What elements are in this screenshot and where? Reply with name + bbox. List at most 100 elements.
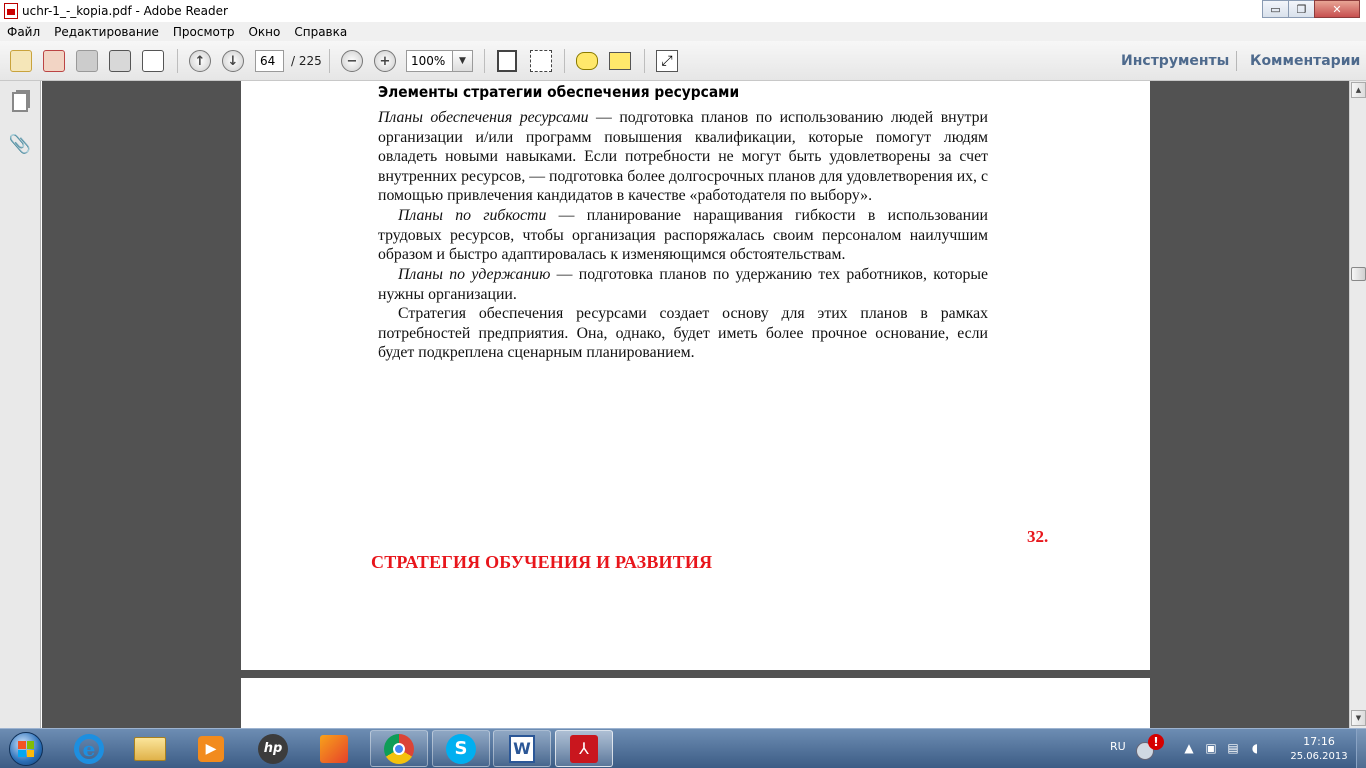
toolbar-separator xyxy=(564,49,565,73)
page-total: / 225 xyxy=(291,54,322,68)
acrobat-button[interactable] xyxy=(43,49,65,73)
save-button[interactable] xyxy=(76,49,98,73)
menu-view[interactable]: Просмотр xyxy=(166,25,242,39)
chrome-icon xyxy=(384,733,414,764)
toolbar: ↑ ↓ 64 / 225 − + 100% ▼ ⤢ Инструменты Ко… xyxy=(0,41,1366,81)
fit-page-button[interactable] xyxy=(497,49,517,73)
fit-width-button[interactable] xyxy=(530,49,552,73)
tools-pane-button[interactable]: Инструменты xyxy=(1121,53,1229,69)
language-indicator[interactable]: RU xyxy=(1110,740,1126,753)
zoom-in-button[interactable]: + xyxy=(374,49,396,73)
show-hidden-icons-button[interactable]: ▲ xyxy=(1182,741,1196,755)
folder-icon xyxy=(134,736,166,761)
comment-bubble-icon xyxy=(576,52,598,70)
taskbar-media-player[interactable]: ▶ xyxy=(182,730,240,767)
toolbar-separator xyxy=(644,49,645,73)
document-view[interactable]: Элементы стратегии обеспечения ресурсами… xyxy=(42,81,1349,728)
full-screen-button[interactable]: ⤢ xyxy=(656,49,678,73)
menu-bar: Файл Редактирование Просмотр Окно Справк… xyxy=(0,22,1366,41)
page-thumbnails-button[interactable] xyxy=(10,91,30,113)
arrow-down-icon: ↓ xyxy=(222,50,244,72)
menu-file[interactable]: Файл xyxy=(0,25,47,39)
scroll-thumb[interactable] xyxy=(1351,267,1366,281)
zoom-level-input[interactable]: 100% xyxy=(406,50,453,72)
paperclip-icon: 📎 xyxy=(8,133,32,155)
highlight-button[interactable] xyxy=(609,49,631,73)
volume-icon[interactable]: ◖ xyxy=(1248,741,1262,755)
menu-window[interactable]: Окно xyxy=(241,25,287,39)
comments-pane-button[interactable]: Комментарии xyxy=(1250,53,1360,69)
create-button[interactable] xyxy=(10,49,32,73)
adobe-reader-icon: ⅄ xyxy=(570,734,598,763)
attachments-button[interactable]: 📎 xyxy=(8,133,32,155)
clock-time: 17:16 xyxy=(1303,735,1335,748)
device-icon[interactable]: ▣ xyxy=(1204,741,1218,755)
taskbar: e ▶ hp S W ⅄ RU ! ▲ ▣ ▤ ◖ 17:16 25.06.20… xyxy=(0,728,1366,768)
minus-icon: − xyxy=(341,50,363,72)
hp-icon: hp xyxy=(258,733,288,764)
start-button[interactable] xyxy=(2,731,50,767)
action-center-icon[interactable]: ! xyxy=(1136,734,1164,762)
section-number: 32. xyxy=(1027,527,1049,546)
term-retention-plans: Планы по удержанию xyxy=(398,266,551,283)
clock[interactable]: 17:16 25.06.2013 xyxy=(1284,734,1354,764)
network-icon[interactable]: ▤ xyxy=(1226,741,1240,755)
expand-icon: ⤢ xyxy=(656,50,678,72)
page-number-input[interactable]: 64 xyxy=(255,50,284,72)
restore-button[interactable]: ❐ xyxy=(1288,0,1315,18)
taskbar-skype[interactable]: S xyxy=(432,730,490,767)
clock-date: 25.06.2013 xyxy=(1290,751,1348,762)
pages-icon xyxy=(12,92,28,112)
navigation-pane: 📎 xyxy=(0,81,41,728)
minimize-button[interactable]: ▭ xyxy=(1262,0,1289,18)
add-note-button[interactable] xyxy=(576,49,598,73)
taskbar-word[interactable]: W xyxy=(493,730,551,767)
save-icon xyxy=(76,50,98,72)
term-resource-plans: Планы обеспечения ресурсами xyxy=(378,109,589,126)
scroll-down-button[interactable]: ▼ xyxy=(1351,710,1366,726)
toolbar-separator xyxy=(329,49,330,73)
arrow-up-icon: ↑ xyxy=(189,50,211,72)
vertical-scrollbar[interactable]: ▲ ▼ xyxy=(1349,81,1366,728)
taskbar-internet-explorer[interactable]: e xyxy=(60,730,118,767)
pdf-next-page xyxy=(241,678,1150,728)
window-title: uchr-1_-_kopia.pdf - Adobe Reader xyxy=(22,4,228,18)
paragraph-strategy: Стратегия обеспечения ресурсами создает … xyxy=(378,305,988,361)
zoom-out-button[interactable]: − xyxy=(341,49,363,73)
skype-icon: S xyxy=(446,733,476,764)
taskbar-file-explorer[interactable] xyxy=(121,730,179,767)
pdf-page: Элементы стратегии обеспечения ресурсами… xyxy=(241,81,1150,670)
show-desktop-button[interactable] xyxy=(1356,729,1366,768)
alert-icon: ! xyxy=(1148,734,1164,750)
windows-logo-icon xyxy=(9,732,43,766)
media-player-icon: ▶ xyxy=(198,735,224,762)
taskbar-adobe-reader[interactable]: ⅄ xyxy=(555,730,613,767)
menu-edit[interactable]: Редактирование xyxy=(47,25,166,39)
plus-icon: + xyxy=(374,50,396,72)
print-button[interactable] xyxy=(109,49,131,73)
toolbar-separator xyxy=(484,49,485,73)
internet-explorer-icon: e xyxy=(74,733,104,764)
office-icon xyxy=(320,734,348,763)
taskbar-hp[interactable]: hp xyxy=(244,730,302,767)
section-title: СТРАТЕГИЯ ОБУЧЕНИЯ И РАЗВИТИЯ xyxy=(371,552,713,572)
taskbar-chrome[interactable] xyxy=(370,730,428,767)
title-bar: uchr-1_-_kopia.pdf - Adobe Reader ▭ ❐ ✕ xyxy=(0,0,1366,22)
taskbar-ms-office[interactable] xyxy=(305,730,363,767)
acrobat-icon xyxy=(43,50,65,72)
close-button[interactable]: ✕ xyxy=(1314,0,1360,18)
email-button[interactable] xyxy=(142,49,164,73)
highlight-text-icon xyxy=(609,52,631,70)
word-icon: W xyxy=(509,734,535,763)
scroll-up-button[interactable]: ▲ xyxy=(1351,82,1366,98)
toolbar-separator xyxy=(177,49,178,73)
zoom-dropdown-button[interactable]: ▼ xyxy=(453,50,473,72)
fit-width-icon xyxy=(530,50,552,72)
window-controls: ▭ ❐ ✕ xyxy=(1262,0,1360,18)
next-page-button[interactable]: ↓ xyxy=(222,49,244,73)
menu-help[interactable]: Справка xyxy=(287,25,354,39)
create-pdf-icon xyxy=(10,50,32,72)
previous-page-button[interactable]: ↑ xyxy=(189,49,211,73)
term-flexibility-plans: Планы по гибкости xyxy=(398,207,547,224)
section-heading: Элементы стратегии обеспечения ресурсами xyxy=(378,83,740,101)
